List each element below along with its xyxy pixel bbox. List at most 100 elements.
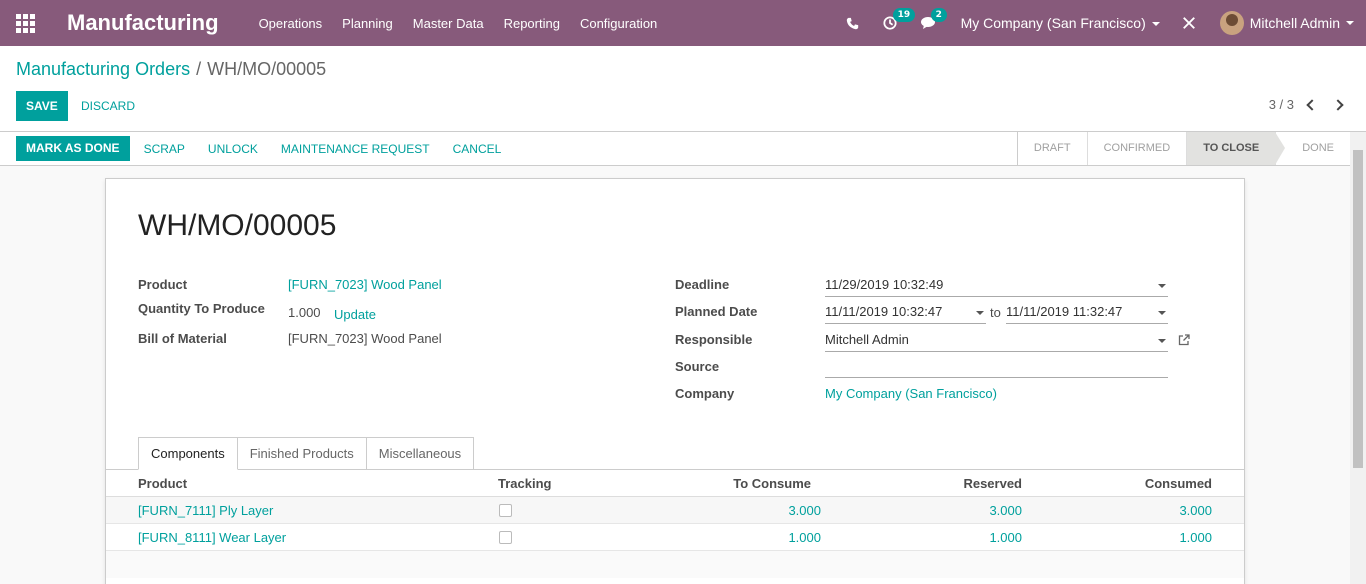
- company-name: My Company (San Francisco): [960, 15, 1146, 31]
- chevron-down-icon: [1151, 22, 1160, 27]
- stage-confirmed: CONFIRMED: [1086, 132, 1187, 165]
- page-scrollbar[interactable]: [1350, 132, 1366, 584]
- table-row[interactable]: [FURN_7111] Ply Layer 3.000 3.000 3.000: [106, 497, 1244, 524]
- planned-end-value: 11/11/2019 11:32:47: [1006, 304, 1123, 319]
- stage-to-close: TO CLOSE: [1186, 132, 1286, 165]
- user-name: Mitchell Admin: [1249, 15, 1340, 31]
- chevron-down-icon: [1346, 21, 1354, 25]
- col-reserved[interactable]: Reserved: [922, 476, 1022, 491]
- tab-miscellaneous[interactable]: Miscellaneous: [365, 437, 475, 469]
- company-field[interactable]: My Company (San Francisco): [825, 386, 997, 401]
- pager-value[interactable]: 3 / 3: [1269, 97, 1294, 112]
- debug-tools-icon[interactable]: [1182, 16, 1196, 30]
- cancel-button[interactable]: CANCEL: [453, 142, 502, 156]
- top-navbar: Manufacturing Operations Planning Master…: [0, 0, 1366, 46]
- row-reserved: 3.000: [989, 503, 1022, 518]
- product-field[interactable]: [FURN_7023] Wood Panel: [288, 277, 442, 292]
- source-label: Source: [675, 359, 720, 374]
- mark-as-done-button[interactable]: MARK AS DONE: [16, 136, 130, 161]
- col-tracking[interactable]: Tracking: [498, 476, 551, 491]
- planned-end-input[interactable]: 11/11/2019 11:32:47: [1006, 302, 1168, 324]
- planned-start-value: 11/11/2019 10:32:47: [825, 304, 943, 319]
- menu-operations[interactable]: Operations: [259, 16, 323, 31]
- table-footer: [106, 551, 1244, 578]
- responsible-label: Responsible: [675, 332, 753, 347]
- col-to-consume[interactable]: To Consume: [711, 476, 811, 491]
- control-panel: Manufacturing Orders / WH/MO/00005 SAVE DI…: [0, 46, 1366, 132]
- col-product[interactable]: Product: [138, 476, 187, 491]
- tab-components[interactable]: Components: [138, 437, 238, 470]
- stage-draft: DRAFT: [1016, 132, 1087, 165]
- row-product[interactable]: [FURN_8111] Wear Layer: [138, 530, 286, 545]
- product-label: Product: [138, 277, 188, 292]
- planned-start-input[interactable]: 11/11/2019 10:32:47: [825, 302, 986, 324]
- user-avatar: [1219, 11, 1244, 35]
- quantity-field[interactable]: 1.000: [288, 305, 321, 320]
- responsible-value: Mitchell Admin: [825, 332, 909, 347]
- bom-field[interactable]: [FURN_7023] Wood Panel: [288, 331, 442, 346]
- update-quantity-button[interactable]: Update: [334, 307, 376, 322]
- responsible-input[interactable]: Mitchell Admin: [825, 330, 1168, 352]
- tracking-checkbox: [499, 531, 512, 544]
- app-brand[interactable]: Manufacturing: [67, 10, 219, 36]
- menu-planning[interactable]: Planning: [342, 16, 393, 31]
- breadcrumb: Manufacturing Orders / WH/MO/00005: [16, 59, 326, 80]
- discard-button[interactable]: DISCARD: [81, 91, 135, 121]
- activity-count-badge: 19: [892, 8, 916, 22]
- menu-master-data[interactable]: Master Data: [413, 16, 484, 31]
- chevron-down-icon: [976, 311, 984, 315]
- col-consumed[interactable]: Consumed: [1112, 476, 1212, 491]
- user-menu[interactable]: Mitchell Admin: [1219, 11, 1354, 35]
- deadline-label: Deadline: [675, 277, 730, 292]
- planned-date-label: Planned Date: [675, 304, 758, 319]
- source-input[interactable]: [825, 356, 1168, 378]
- header-buttons: MARK AS DONE SCRAP UNLOCK MAINTENANCE RE…: [16, 136, 524, 161]
- chevron-down-icon: [1158, 284, 1166, 288]
- unlock-button[interactable]: UNLOCK: [208, 142, 258, 156]
- maintenance-request-button[interactable]: MAINTENANCE REQUEST: [281, 142, 430, 156]
- status-bar: MARK AS DONE SCRAP UNLOCK MAINTENANCE RE…: [0, 132, 1366, 166]
- row-reserved: 1.000: [989, 530, 1022, 545]
- phone-icon[interactable]: [846, 17, 859, 30]
- deadline-value: 11/29/2019 10:32:49: [825, 277, 944, 292]
- save-button[interactable]: SAVE: [16, 91, 68, 121]
- activity-icon[interactable]: 19: [883, 8, 916, 30]
- row-consumed[interactable]: 1.000: [1112, 530, 1212, 545]
- main-menu: Operations Planning Master Data Reportin…: [259, 16, 678, 31]
- row-product[interactable]: [FURN_7111] Ply Layer: [138, 503, 273, 518]
- external-link-icon[interactable]: [1178, 334, 1190, 346]
- row-to-consume[interactable]: 1.000: [721, 530, 821, 545]
- components-table: Product Tracking To Consume Reserved Con…: [106, 470, 1244, 578]
- notebook-tabs: Components Finished Products Miscellaneo…: [138, 437, 475, 470]
- table-header: Product Tracking To Consume Reserved Con…: [106, 470, 1244, 497]
- breadcrumb-separator: /: [196, 59, 202, 79]
- scrollbar-thumb[interactable]: [1353, 150, 1363, 468]
- menu-configuration[interactable]: Configuration: [580, 16, 657, 31]
- row-to-consume[interactable]: 3.000: [721, 503, 821, 518]
- chevron-right-icon[interactable]: [1332, 98, 1344, 111]
- message-count-badge: 2: [930, 8, 947, 22]
- menu-reporting[interactable]: Reporting: [504, 16, 560, 31]
- record-title: WH/MO/00005: [138, 209, 337, 242]
- tracking-checkbox: [499, 504, 512, 517]
- messages-icon[interactable]: 2: [920, 8, 947, 30]
- row-consumed[interactable]: 3.000: [1112, 503, 1212, 518]
- deadline-input[interactable]: 11/29/2019 10:32:49: [825, 275, 1168, 297]
- breadcrumb-current: WH/MO/00005: [207, 59, 327, 79]
- stage-statusbar: DRAFT CONFIRMED TO CLOSE DONE: [1016, 132, 1350, 165]
- apps-menu-icon[interactable]: [0, 0, 50, 46]
- tab-finished-products[interactable]: Finished Products: [236, 437, 367, 469]
- pager: 3 / 3: [1269, 97, 1344, 112]
- quantity-label: Quantity To Produce: [138, 301, 265, 316]
- chevron-down-icon: [1158, 339, 1166, 343]
- breadcrumb-parent[interactable]: Manufacturing Orders: [16, 59, 190, 79]
- stage-done: DONE: [1275, 132, 1350, 165]
- scrap-button[interactable]: SCRAP: [144, 142, 185, 156]
- form-sheet: WH/MO/00005 Product [FURN_7023] Wood Pan…: [105, 178, 1245, 584]
- planned-date-to-label: to: [990, 305, 1001, 320]
- navbar-systray: 19 2 My Company (San Francisco) Mitchell…: [846, 0, 1366, 46]
- company-label: Company: [675, 386, 735, 401]
- company-switcher[interactable]: My Company (San Francisco): [961, 15, 1160, 31]
- chevron-left-icon[interactable]: [1306, 98, 1318, 111]
- table-row[interactable]: [FURN_8111] Wear Layer 1.000 1.000 1.000: [106, 524, 1244, 551]
